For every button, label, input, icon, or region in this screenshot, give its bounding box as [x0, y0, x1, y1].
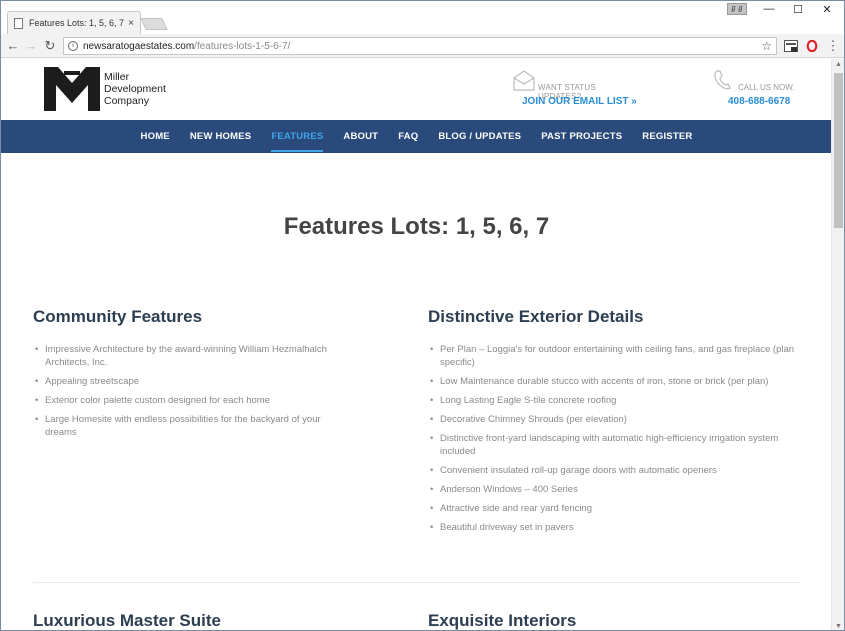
nav-item-about[interactable]: ABOUT — [343, 120, 378, 153]
maximize-icon[interactable]: ☐ — [788, 3, 808, 16]
community-features-heading: Community Features — [33, 307, 203, 326]
call-us-label: CALL US NOW. — [738, 83, 795, 92]
main-nav: HOME NEW HOMES FEATURES ABOUT FAQ BLOG /… — [1, 120, 832, 153]
scroll-up-icon[interactable]: ▲ — [835, 61, 842, 68]
url-domain: newsaratogaestates.com — [83, 40, 195, 52]
nav-item-past-projects[interactable]: PAST PROJECTS — [541, 120, 622, 153]
list-item: Convenient insulated roll-up garage door… — [428, 464, 798, 477]
call-us-block: CALL US NOW. 408-688-6678 — [713, 69, 797, 109]
list-item: Exterior color palette custom designed f… — [33, 394, 353, 407]
scrollbar-thumb[interactable] — [834, 73, 843, 228]
page-viewport: Miller Development Company WANT STATUS U… — [1, 59, 832, 630]
profile-badge[interactable]: ℊℊ — [727, 3, 747, 15]
list-item: Appealing streetscape — [33, 375, 353, 388]
join-email-list-link[interactable]: JOIN OUR EMAIL LIST » — [522, 96, 637, 107]
exterior-details-list: Per Plan – Loggia's for outdoor entertai… — [428, 343, 798, 534]
list-item: Decorative Chimney Shrouds (per elevatio… — [428, 413, 798, 426]
site-header: Miller Development Company WANT STATUS U… — [1, 59, 832, 120]
extension-icon[interactable] — [784, 40, 798, 52]
list-item: Beautiful driveway set in pavers — [428, 521, 798, 534]
exterior-details-heading: Distinctive Exterior Details — [428, 307, 644, 326]
list-item: Long Lasting Eagle S-tile concrete roofi… — [428, 394, 798, 407]
scroll-down-icon[interactable]: ▼ — [835, 623, 842, 630]
phone-number-link[interactable]: 408-688-6678 — [728, 96, 790, 107]
menu-icon[interactable]: ⋮ — [825, 38, 841, 54]
browser-tab[interactable]: Features Lots: 1, 5, 6, 7 - × — [7, 11, 141, 34]
tab-strip: Features Lots: 1, 5, 6, 7 - × ℊℊ — ☐ ✕ — [1, 1, 844, 34]
nav-item-blog-updates[interactable]: BLOG / UPDATES — [438, 120, 521, 153]
community-features-list: Impressive Architecture by the award-win… — [33, 343, 413, 439]
miller-logo-icon[interactable] — [44, 65, 100, 111]
nav-item-features[interactable]: FEATURES — [271, 120, 324, 153]
reload-icon[interactable]: ↻ — [42, 38, 58, 54]
page-title: Features Lots: 1, 5, 6, 7 — [283, 213, 550, 240]
list-item: Low Maintenance durable stucco with acce… — [428, 375, 798, 388]
list-item: Large Homesite with endless possibilitie… — [33, 413, 353, 439]
back-arrow-icon[interactable]: ← — [5, 38, 21, 53]
list-item: Attractive side and rear yard fencing — [428, 502, 798, 515]
nav-item-new-homes[interactable]: NEW HOMES — [190, 120, 251, 153]
list-item: Impressive Architecture by the award-win… — [33, 343, 353, 369]
url-path: /features-lots-1-5-6-7/ — [194, 40, 291, 52]
section-divider — [33, 582, 801, 583]
phone-icon — [714, 70, 731, 90]
page-icon — [14, 17, 23, 29]
close-tab-icon[interactable]: × — [128, 18, 134, 29]
opera-icon[interactable] — [805, 40, 819, 52]
interiors-heading: Exquisite Interiors — [428, 611, 577, 630]
envelope-icon — [513, 70, 535, 91]
nav-item-home[interactable]: HOME — [141, 120, 170, 153]
logo-text[interactable]: Miller Development Company — [104, 71, 166, 107]
forward-arrow-icon[interactable]: → — [23, 38, 39, 53]
list-item: Distinctive front-yard landscaping with … — [428, 432, 798, 458]
nav-item-register[interactable]: REGISTER — [642, 120, 692, 153]
exterior-details-section: Distinctive Exterior Details Per Plan – … — [428, 307, 798, 540]
master-suite-heading: Luxurious Master Suite — [33, 611, 221, 630]
address-bar[interactable]: i newsaratogaestates.com /features-lots-… — [63, 37, 777, 55]
close-window-icon[interactable]: ✕ — [817, 3, 837, 16]
list-item: Per Plan – Loggia's for outdoor entertai… — [428, 343, 798, 369]
browser-window: Features Lots: 1, 5, 6, 7 - × ℊℊ — ☐ ✕ ←… — [0, 0, 845, 631]
logo-line-3: Company — [104, 95, 149, 107]
logo-line-2: Development — [104, 83, 166, 95]
community-features-section: Community Features Impressive Architectu… — [33, 307, 413, 445]
info-icon[interactable]: i — [68, 41, 78, 51]
browser-toolbar: ← → ↻ i newsaratogaestates.com /features… — [1, 34, 844, 58]
status-updates-block: WANT STATUS UPDATES? JOIN OUR EMAIL LIST… — [513, 69, 637, 109]
nav-item-faq[interactable]: FAQ — [398, 120, 418, 153]
list-item: Anderson Windows – 400 Series — [428, 483, 798, 496]
minimize-icon[interactable]: — — [759, 3, 779, 15]
logo-line-1: Miller — [104, 71, 130, 83]
tab-title: Features Lots: 1, 5, 6, 7 - — [29, 18, 125, 28]
bookmark-star-icon[interactable]: ☆ — [761, 39, 772, 53]
new-tab-button[interactable] — [140, 18, 168, 30]
vertical-scrollbar[interactable]: ▲ ▼ — [831, 59, 844, 630]
